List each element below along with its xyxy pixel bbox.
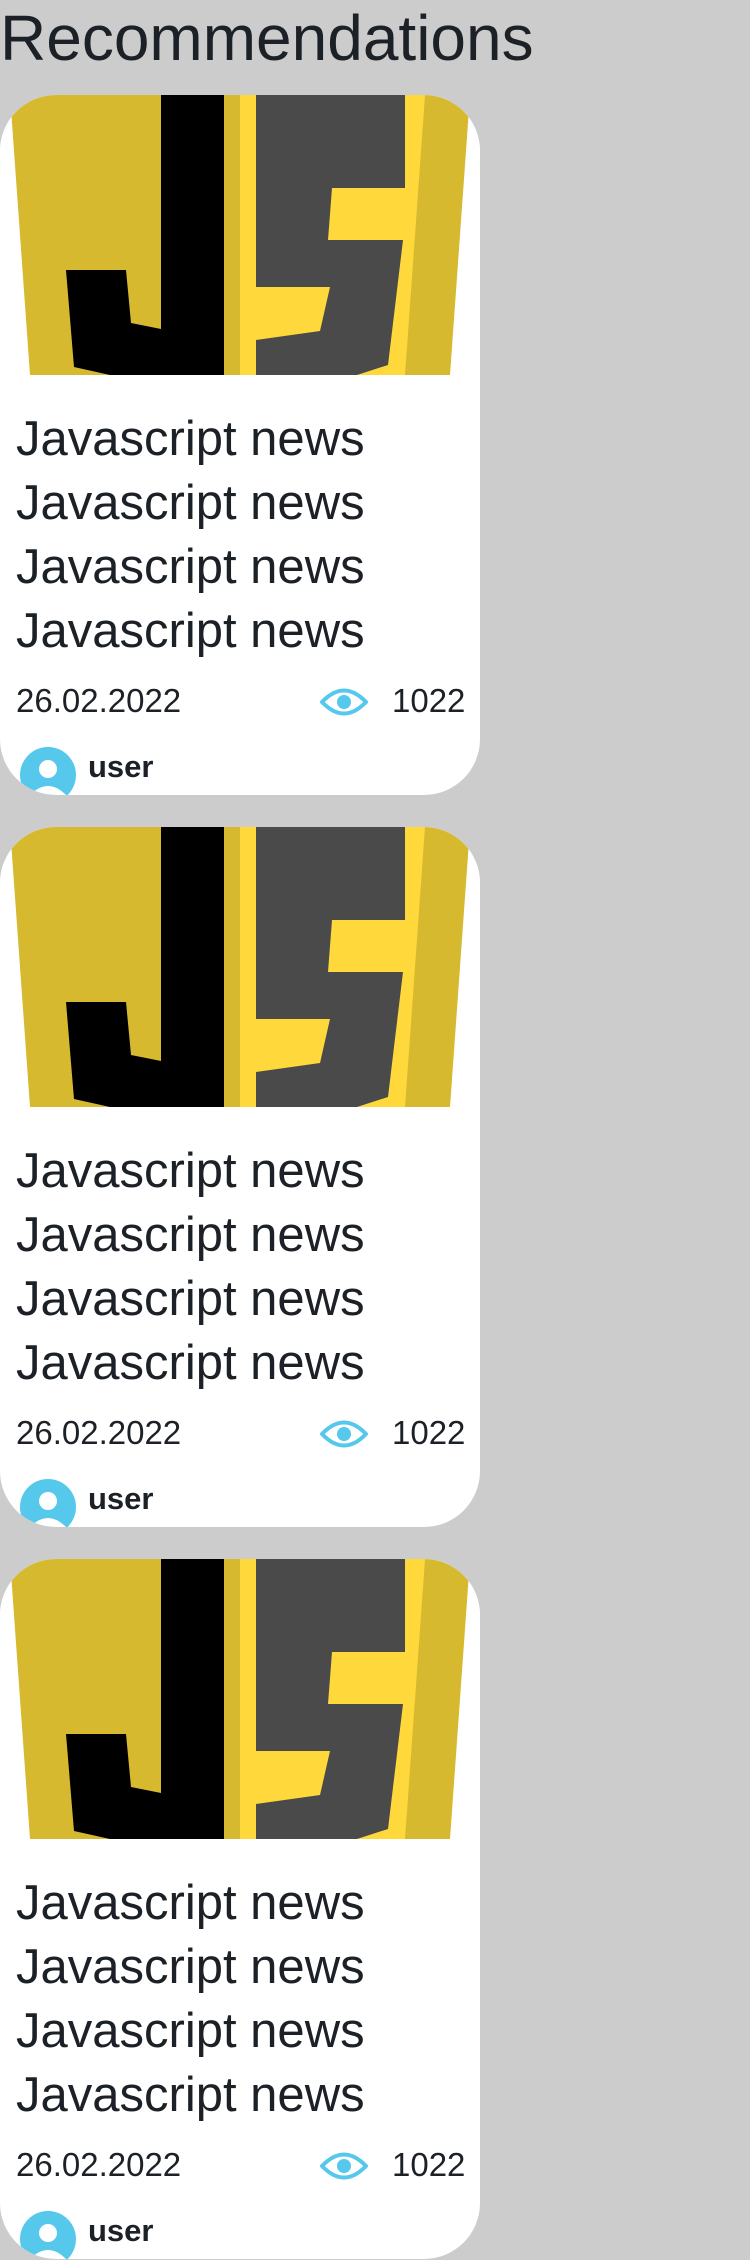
headline-line: Javascript news xyxy=(16,1876,365,1930)
publish-date: 26.02.2022 xyxy=(16,1414,182,1451)
headline-line: Javascript news xyxy=(16,1336,365,1390)
views-count: 1022 xyxy=(392,682,466,719)
headline-line: Javascript news xyxy=(16,412,365,466)
javascript-logo-image[interactable] xyxy=(0,1559,480,1839)
news-card[interactable]: Javascript news Javascript news Javascri… xyxy=(0,95,480,795)
views-count: 1022 xyxy=(392,1414,466,1451)
javascript-logo-image[interactable] xyxy=(0,827,480,1107)
user-avatar-icon xyxy=(20,2211,76,2259)
headline-line: Javascript news xyxy=(16,2068,365,2122)
headline-line: Javascript news xyxy=(16,1272,365,1326)
news-card[interactable]: Javascript news Javascript news Javascri… xyxy=(0,827,480,1527)
user-avatar-icon xyxy=(20,747,76,795)
eye-icon xyxy=(320,688,368,716)
author-link[interactable]: user xyxy=(20,2211,153,2259)
headline-line: Javascript news xyxy=(16,476,365,530)
headline-line: Javascript news xyxy=(16,2004,365,2058)
author-link[interactable]: user xyxy=(20,1479,153,1527)
news-card[interactable]: Javascript news Javascript news Javascri… xyxy=(0,1559,480,2259)
user-avatar-icon xyxy=(20,1479,76,1527)
page-title: Recommendations xyxy=(0,2,534,74)
author-name: user xyxy=(88,1481,154,1516)
headline-line: Javascript news xyxy=(16,540,365,594)
headline-line: Javascript news xyxy=(16,1208,365,1262)
publish-date: 26.02.2022 xyxy=(16,2146,182,2183)
headline[interactable]: Javascript news Javascript news Javascri… xyxy=(16,407,466,663)
headline[interactable]: Javascript news Javascript news Javascri… xyxy=(16,1139,466,1395)
headline-line: Javascript news xyxy=(16,1144,365,1198)
headline-line: Javascript news xyxy=(16,604,365,658)
author-name: user xyxy=(88,749,154,784)
publish-date: 26.02.2022 xyxy=(16,682,182,719)
author-name: user xyxy=(88,2213,154,2248)
author-link[interactable]: user xyxy=(20,747,153,795)
views-count: 1022 xyxy=(392,2146,466,2183)
eye-icon xyxy=(320,1420,368,1448)
headline[interactable]: Javascript news Javascript news Javascri… xyxy=(16,1871,466,2127)
javascript-logo-image[interactable] xyxy=(0,95,480,375)
headline-line: Javascript news xyxy=(16,1940,365,1994)
eye-icon xyxy=(320,2152,368,2180)
